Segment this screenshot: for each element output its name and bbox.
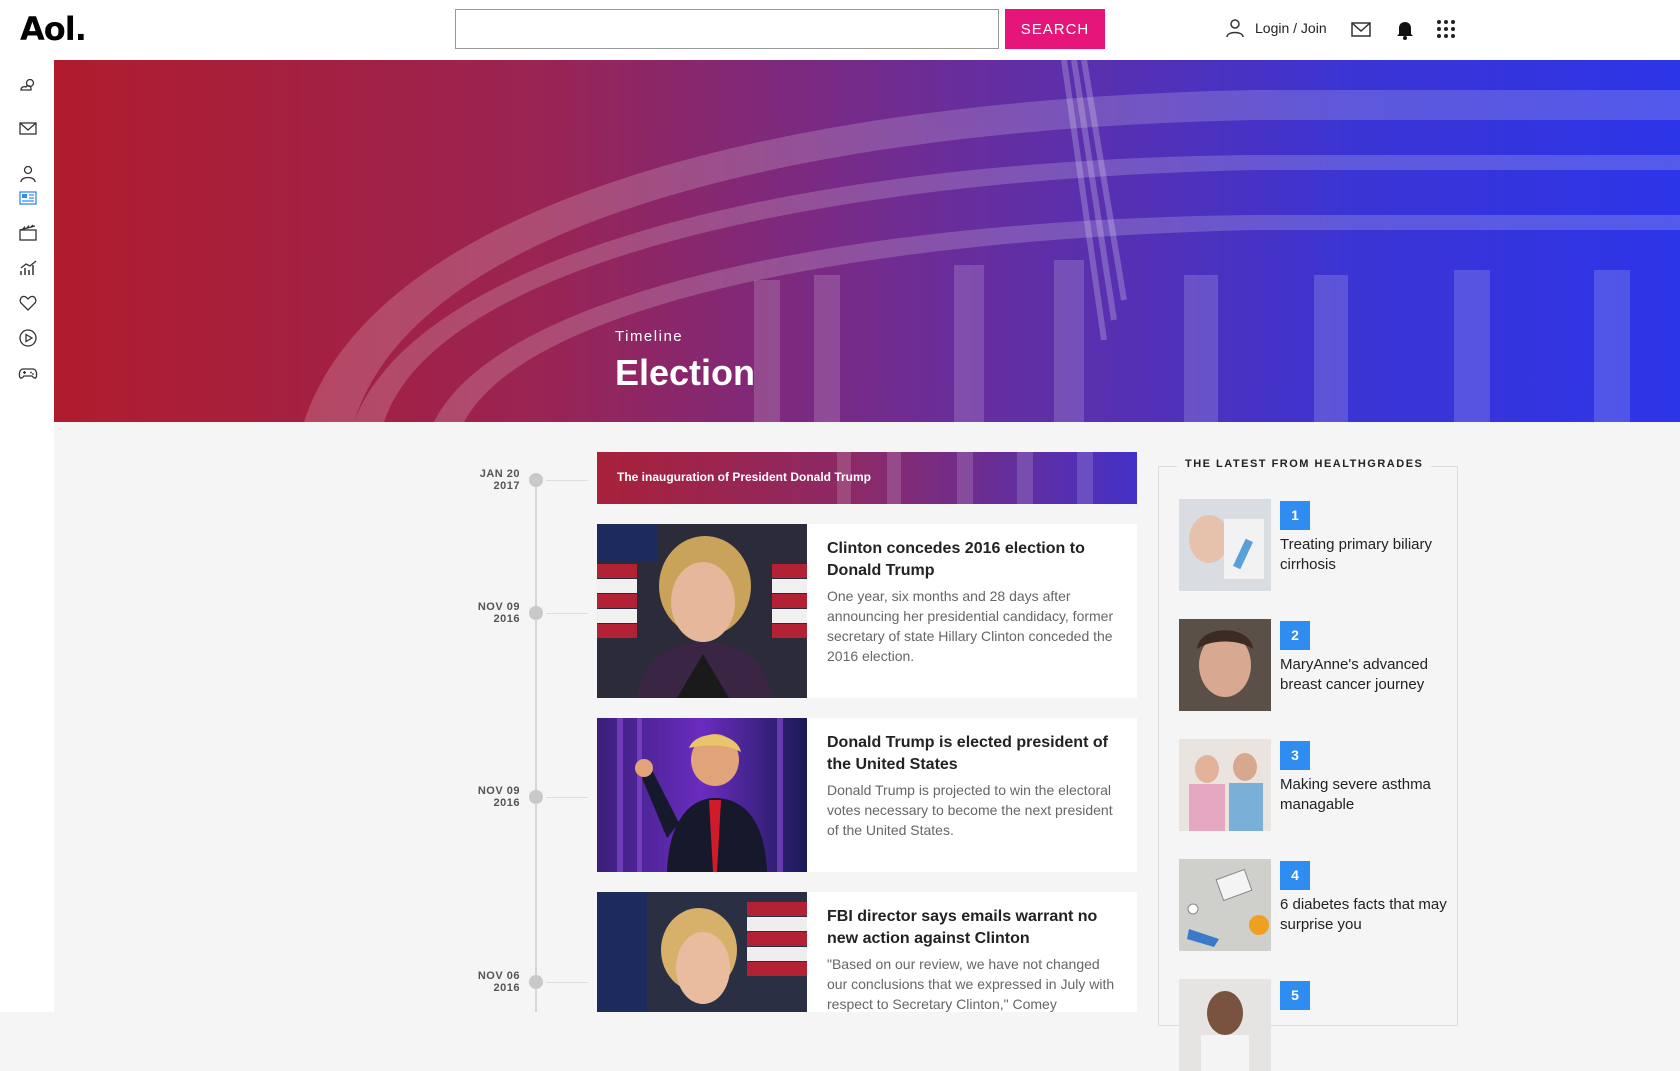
timeline-date: JAN 20 2017 [479,468,520,492]
healthgrades-item[interactable]: 4 6 diabetes facts that may surprise you [1179,859,1449,951]
card-title[interactable]: FBI director says emails warrant no new … [827,906,1117,950]
timeline-banner-card[interactable]: The inauguration of President Donald Tru… [597,452,1137,504]
article-title[interactable]: MaryAnne's advanced breast cancer journe… [1280,655,1450,695]
hero-eyebrow: Timeline [615,328,684,345]
rank-badge: 4 [1280,861,1310,890]
article-thumbnail[interactable] [1179,739,1271,831]
healthgrades-item[interactable]: 2 MaryAnne's advanced breast cancer jour… [1179,619,1449,711]
card-body: Clinton concedes 2016 election to Donald… [827,538,1117,666]
rank-badge: 2 [1280,621,1310,650]
article-thumbnail[interactable] [1179,979,1271,1071]
timeline-date: NOV 06 2016 [477,970,520,994]
capitol-background-image [304,60,1680,422]
trump-photo[interactable] [597,718,807,872]
video-icon[interactable] [18,328,38,348]
healthgrades-panel: THE LATEST FROM HEALTHGRADES 1 Treating … [1158,458,1458,1071]
article-thumbnail[interactable] [1179,619,1271,711]
login-link[interactable]: Login / Join [1225,18,1327,38]
timeline-connector [546,797,588,798]
timeline-dot [529,473,543,487]
page-title: Election [615,352,756,393]
clinton-photo[interactable] [597,892,807,1012]
search-input[interactable] [455,9,999,49]
healthgrades-item[interactable]: 3 Making severe asthma managable [1179,739,1449,831]
timeline-connector [546,480,588,481]
rank-badge: 3 [1280,741,1310,770]
movies-icon[interactable] [18,223,38,243]
mail-icon[interactable] [1349,17,1373,41]
apps-grid-icon[interactable] [1434,17,1458,41]
timeline-date: NOV 09 2016 [477,601,520,625]
aol-logo[interactable]: Aol. [20,10,87,48]
games-icon[interactable] [18,363,38,383]
banner-headline: The inauguration of President Donald Tru… [617,470,872,484]
article-title[interactable]: Treating primary biliary cirrhosis [1280,535,1450,575]
article-thumbnail[interactable] [1179,859,1271,951]
hero-banner: Timeline Election [54,60,1680,422]
healthgrades-item[interactable]: 1 Treating primary biliary cirrhosis [1179,499,1449,591]
weather-icon[interactable] [18,75,38,95]
profile-icon[interactable] [18,164,38,184]
card-body: FBI director says emails warrant no new … [827,906,1117,1012]
top-header: Aol. SEARCH Login / Join [0,0,1680,60]
article-title[interactable]: Making severe asthma managable [1280,775,1450,815]
timeline-card[interactable]: Clinton concedes 2016 election to Donald… [597,524,1137,698]
rank-badge: 1 [1280,501,1310,530]
panel-title: THE LATEST FROM HEALTHGRADES [1177,458,1432,470]
article-thumbnail[interactable] [1179,499,1271,591]
card-description: Donald Trump is projected to win the ele… [827,782,1113,838]
timeline-line [535,480,537,1012]
timeline-dot [529,790,543,804]
finance-icon[interactable] [18,258,38,278]
timeline-dot [529,975,543,989]
healthgrades-item[interactable]: 5 [1179,979,1449,1071]
bell-icon[interactable] [1393,17,1417,41]
timeline-card[interactable]: FBI director says emails warrant no new … [597,892,1137,1012]
timeline-date: NOV 09 2016 [477,785,520,809]
mail-icon[interactable] [18,118,38,138]
card-description: "Based on our review, we have not change… [827,956,1115,1012]
left-sidebar [0,60,54,1012]
timeline-connector [546,982,588,983]
news-icon[interactable] [18,188,38,208]
article-title[interactable]: 6 diabetes facts that may surprise you [1280,895,1450,935]
card-title[interactable]: Donald Trump is elected president of the… [827,732,1117,776]
card-body: Donald Trump is elected president of the… [827,732,1117,840]
search-button[interactable]: SEARCH [1005,9,1105,49]
timeline-card[interactable]: Donald Trump is elected president of the… [597,718,1137,872]
timeline-dot [529,606,543,620]
health-icon[interactable] [18,293,38,313]
user-icon [1226,19,1244,38]
login-label: Login / Join [1255,20,1327,36]
rank-badge: 5 [1280,981,1310,1010]
card-title[interactable]: Clinton concedes 2016 election to Donald… [827,538,1117,582]
card-description: One year, six months and 28 days after a… [827,588,1114,664]
clinton-photo[interactable] [597,524,807,698]
timeline-connector [546,613,588,614]
